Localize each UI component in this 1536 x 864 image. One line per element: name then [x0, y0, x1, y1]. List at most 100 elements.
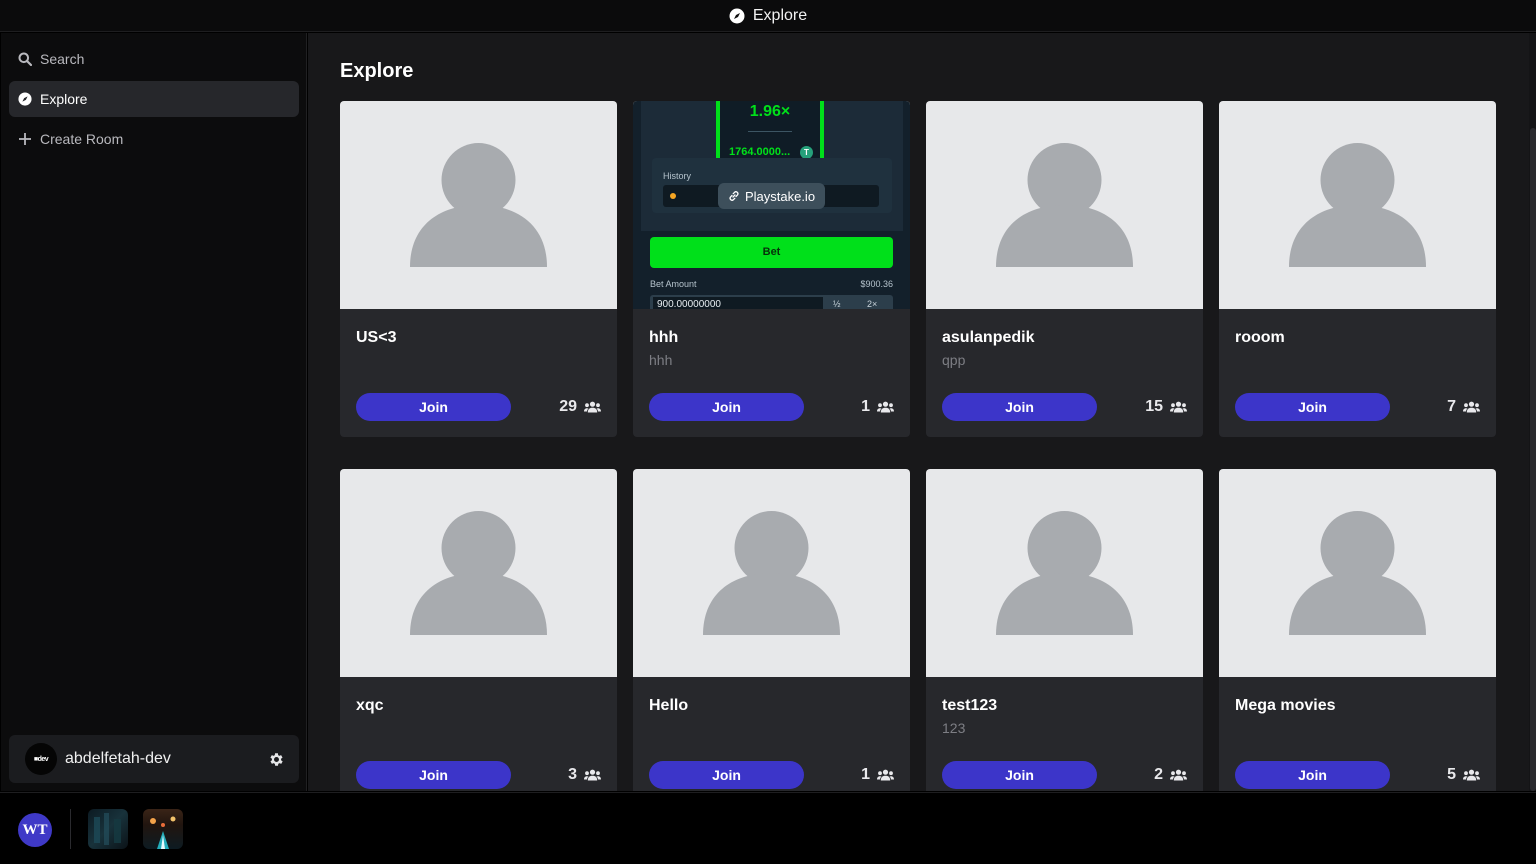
room-card[interactable]: US<3 Join 29 — [340, 101, 617, 437]
taskbar-app-1[interactable] — [88, 809, 128, 849]
join-button[interactable]: Join — [356, 393, 511, 421]
page-title: Explore — [340, 60, 414, 82]
room-card[interactable]: asulanpedik qpp Join 15 — [926, 101, 1203, 437]
join-button[interactable]: Join — [649, 761, 804, 789]
room-description: 123 — [942, 720, 966, 736]
room-name: rooom — [1235, 329, 1285, 346]
room-thumbnail[interactable]: 1.96× 1764.0000... T History Playstake.io Bet… — [633, 101, 910, 309]
room-card[interactable]: Hello Join 1 — [633, 469, 910, 791]
room-card[interactable]: test123 123 Join 2 — [926, 469, 1203, 791]
gear-icon[interactable] — [268, 751, 285, 768]
room-description: hhh — [649, 352, 673, 368]
scrollbar[interactable] — [1529, 33, 1536, 791]
link-chip[interactable]: Playstake.io — [718, 183, 825, 209]
taskbar-divider — [70, 809, 71, 849]
room-name: hhh — [649, 329, 679, 346]
room-thumbnail[interactable] — [926, 101, 1203, 309]
join-button[interactable]: Join — [649, 393, 804, 421]
plus-icon — [18, 132, 32, 146]
default-avatar-icon — [340, 469, 617, 677]
member-count-value: 7 — [1447, 398, 1456, 415]
member-count: 15 — [1145, 398, 1187, 416]
room-name: US<3 — [356, 329, 397, 346]
default-avatar-icon — [1219, 469, 1496, 677]
window-title: Explore — [752, 6, 808, 24]
compass-icon — [18, 92, 32, 106]
scrollbar-thumb[interactable] — [1530, 128, 1536, 791]
sidebar: Search Explore Create Room ■dev abdelfet… — [1, 33, 307, 791]
bet-button[interactable]: Bet — [650, 237, 893, 268]
member-count-value: 15 — [1145, 398, 1163, 415]
join-button[interactable]: Join — [942, 761, 1097, 789]
room-thumbnail[interactable] — [340, 101, 617, 309]
member-count-value: 1 — [861, 766, 870, 783]
member-count: 2 — [1154, 766, 1187, 784]
default-avatar-icon — [926, 469, 1203, 677]
taskbar-app-2[interactable] — [143, 809, 183, 849]
avatar[interactable]: ■dev — [25, 743, 57, 775]
users-icon — [1170, 769, 1187, 781]
room-description: qpp — [942, 352, 966, 368]
username: abdelfetah-dev — [65, 750, 171, 767]
users-icon — [1463, 401, 1480, 413]
room-card[interactable]: Mega movies Join 5 — [1219, 469, 1496, 791]
double-button[interactable]: 2× — [867, 299, 877, 309]
bet-amount-value: $900.36 — [860, 279, 893, 289]
sidebar-item-create-room[interactable]: Create Room — [9, 121, 299, 157]
room-name: Mega movies — [1235, 697, 1336, 714]
join-button[interactable]: Join — [356, 761, 511, 789]
default-avatar-icon — [340, 101, 617, 309]
users-icon — [1463, 769, 1480, 781]
room-name: asulanpedik — [942, 329, 1035, 346]
join-button[interactable]: Join — [942, 393, 1097, 421]
member-count: 5 — [1447, 766, 1480, 784]
room-card[interactable]: rooom Join 7 — [1219, 101, 1496, 437]
member-count-value: 29 — [559, 398, 577, 415]
link-label: Playstake.io — [744, 188, 816, 204]
history-label: History — [663, 171, 692, 181]
room-name: Hello — [649, 697, 689, 714]
default-avatar-icon — [633, 469, 910, 677]
member-count: 1 — [861, 766, 894, 784]
users-icon — [584, 769, 601, 781]
room-name: xqc — [356, 697, 384, 714]
search-icon — [18, 52, 32, 66]
member-count: 7 — [1447, 398, 1480, 416]
users-icon — [877, 401, 894, 413]
taskbar: WT — [0, 792, 1536, 864]
member-count: 3 — [568, 766, 601, 784]
users-icon — [1170, 401, 1187, 413]
user-profile[interactable]: ■dev abdelfetah-dev — [9, 735, 299, 783]
room-thumbnail[interactable] — [1219, 101, 1496, 309]
room-thumbnail[interactable] — [926, 469, 1203, 677]
default-avatar-icon — [926, 101, 1203, 309]
join-button[interactable]: Join — [1235, 761, 1390, 789]
half-button[interactable]: ½ — [833, 299, 841, 309]
room-thumbnail[interactable] — [1219, 469, 1496, 677]
history-dot — [670, 193, 676, 199]
room-card[interactable]: 1.96× 1764.0000... T History Playstake.io Bet… — [633, 101, 910, 437]
app-logo[interactable]: WT — [18, 813, 52, 847]
member-count-value: 3 — [568, 766, 577, 783]
sidebar-item-label: Search — [40, 51, 85, 67]
member-count-value: 1 — [861, 398, 870, 415]
multiplier-value: 1.96× — [749, 103, 791, 120]
link-icon — [728, 190, 740, 202]
main-content: Explore US<3 Join 29 1.96× 1764.0000... T Hist… — [308, 33, 1536, 791]
member-count-value: 2 — [1154, 766, 1163, 783]
member-count: 29 — [559, 398, 601, 416]
compass-icon — [729, 8, 745, 24]
sidebar-item-search[interactable]: Search — [9, 41, 299, 77]
sidebar-item-explore[interactable]: Explore — [9, 81, 299, 117]
join-button[interactable]: Join — [1235, 393, 1390, 421]
bet-amount-input[interactable]: 900.00000000 — [653, 297, 823, 309]
room-thumbnail[interactable] — [340, 469, 617, 677]
users-icon — [877, 769, 894, 781]
room-thumbnail[interactable] — [633, 469, 910, 677]
member-count: 1 — [861, 398, 894, 416]
balance-value: 1764.0000... — [729, 146, 791, 158]
default-avatar-icon — [1219, 101, 1496, 309]
room-card[interactable]: xqc Join 3 — [340, 469, 617, 791]
bet-amount-label: Bet Amount — [650, 279, 697, 289]
title-bar: Explore — [0, 0, 1536, 32]
